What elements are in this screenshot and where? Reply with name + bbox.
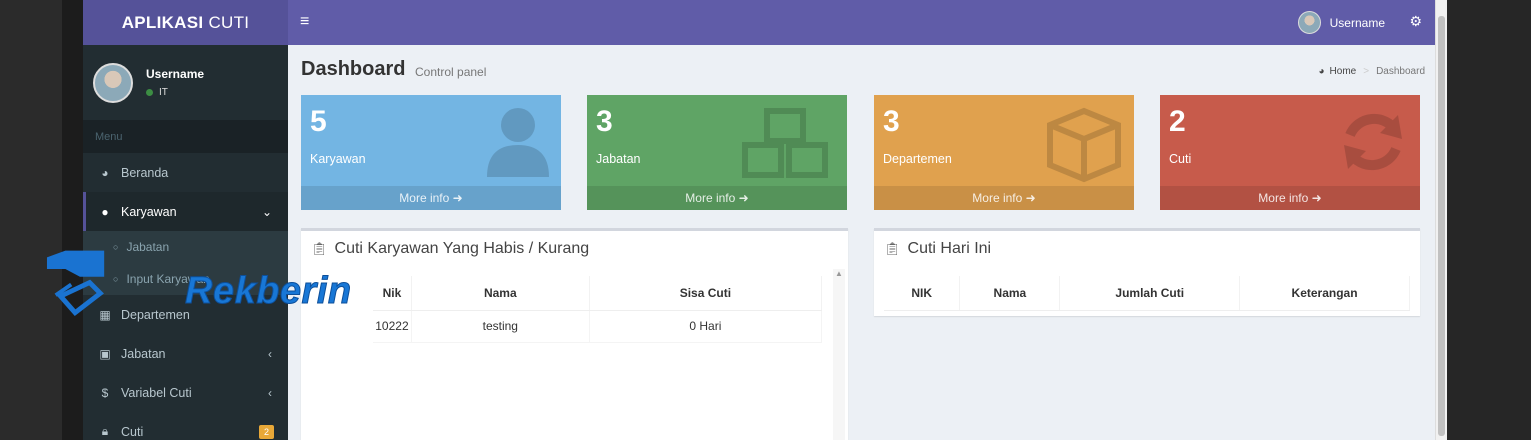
- more-info-link[interactable]: More info ➜: [301, 186, 561, 210]
- browser-screen: APLIKASI CUTI Username IT Menu ◕ Beranda: [83, 0, 1447, 440]
- video-frame: APLIKASI CUTI Username IT Menu ◕ Beranda: [0, 0, 1531, 440]
- refresh-icon: [1336, 105, 1410, 189]
- stat-label: Karyawan: [310, 152, 366, 166]
- chevron-left-icon: ‹: [268, 385, 272, 400]
- menu-header: Menu: [83, 120, 288, 153]
- right-letterbox: [1447, 0, 1531, 440]
- sidebar-item-label: Variabel Cuti: [121, 385, 192, 400]
- chevron-down-icon: ⌄: [261, 204, 272, 219]
- navbar-user-name: Username: [1329, 15, 1385, 30]
- menu-toggle-icon[interactable]: ≡: [300, 13, 309, 31]
- app-logo[interactable]: APLIKASI CUTI: [83, 0, 288, 45]
- avatar: [1297, 11, 1321, 34]
- panel-title: 📋︎ Cuti Hari Ini: [884, 240, 991, 258]
- breadcrumb-current: Dashboard: [1376, 66, 1425, 77]
- column-header-sisa-cuti[interactable]: Sisa Cuti: [589, 276, 823, 311]
- stat-box-karyawan: 5 Karyawan More info ➜: [301, 95, 561, 210]
- home-icon: ◕: [1318, 66, 1325, 77]
- panel-cuti-habis: 📋︎ Cuti Karyawan Yang Habis / Kurang Nik…: [301, 228, 848, 440]
- user-status: IT: [146, 87, 204, 98]
- table-row: 10222 testing 0 Hari: [373, 310, 823, 343]
- top-navbar: ≡ Username ⚙: [288, 0, 1435, 45]
- sidebar-item-label: Cuti: [121, 424, 144, 439]
- cell-nik: 10222: [373, 310, 412, 343]
- gear-icon[interactable]: ⚙: [1409, 13, 1422, 30]
- stat-box-departemen: 3 Departemen More info ➜: [874, 95, 1134, 210]
- arrow-circle-right-icon: ➜: [1311, 191, 1322, 205]
- panel-title-text: Cuti Hari Ini: [907, 240, 992, 257]
- clipboard-icon: 📋︎: [884, 241, 901, 256]
- sidebar-item-beranda[interactable]: ◕ Beranda: [83, 153, 288, 192]
- column-header-nama[interactable]: Nama: [411, 276, 590, 311]
- navbar-user-menu[interactable]: Username: [1297, 11, 1385, 34]
- main-content: Dashboard Control panel ◕ Home > Dashboa…: [288, 45, 1435, 440]
- stat-value: 3: [596, 105, 613, 138]
- scroll-up-icon[interactable]: ▲: [835, 269, 843, 278]
- table-scrollbar[interactable]: ▲: [833, 269, 845, 440]
- more-info-label: More info: [972, 191, 1023, 205]
- more-info-link[interactable]: More info ➜: [1160, 186, 1420, 210]
- more-info-link[interactable]: More info ➜: [587, 186, 847, 210]
- page-scrollbar[interactable]: [1435, 0, 1447, 440]
- panel-title: 📋︎ Cuti Karyawan Yang Habis / Kurang: [311, 240, 589, 258]
- column-header-nama[interactable]: Nama: [959, 276, 1061, 311]
- table-header-row: Nik Nama Sisa Cuti: [373, 276, 823, 311]
- stat-box-jabatan: 3 Jabatan More info ➜: [587, 95, 847, 210]
- more-info-label: More info: [1258, 191, 1309, 205]
- sidebar-item-cuti[interactable]: 🔒︎ Cuti 2: [83, 412, 288, 440]
- column-header-jumlah-cuti[interactable]: Jumlah Cuti: [1059, 276, 1241, 311]
- dollar-icon: $: [101, 385, 109, 400]
- user-info: Username IT: [146, 67, 204, 98]
- stat-value: 5: [310, 105, 327, 138]
- cube-icon: [1044, 105, 1124, 195]
- arrow-circle-right-icon: ➜: [452, 191, 463, 205]
- page-subtitle: Control panel: [415, 65, 487, 79]
- user-department: IT: [159, 87, 168, 98]
- page-title: Dashboard: [301, 58, 406, 80]
- stat-value: 3: [883, 105, 900, 138]
- stat-value: 2: [1169, 105, 1186, 138]
- user-name: Username: [146, 67, 205, 81]
- cell-sisa-cuti: 0 Hari: [589, 310, 823, 343]
- more-info-link[interactable]: More info ➜: [874, 186, 1134, 210]
- arrow-circle-right-icon: ➜: [738, 191, 749, 205]
- app-title-bold: APLIKASI: [121, 12, 204, 32]
- user-panel: Username IT: [83, 45, 288, 120]
- sidebar-item-variabel-cuti[interactable]: $ Variabel Cuti ‹: [83, 373, 288, 412]
- more-info-label: More info: [685, 191, 736, 205]
- more-info-label: More info: [399, 191, 450, 205]
- app-title-rest: CUTI: [208, 12, 250, 32]
- watermark-text: Rekberin: [185, 270, 352, 313]
- stat-label: Cuti: [1169, 152, 1192, 166]
- breadcrumb-home-link[interactable]: Home: [1330, 66, 1357, 77]
- user-icon: [485, 105, 551, 187]
- online-dot-icon: [146, 89, 153, 96]
- cell-nama: testing: [411, 310, 590, 343]
- handshake-logo-icon: [46, 250, 105, 316]
- cuti-habis-table: Nik Nama Sisa Cuti 10222 testing 0 Hari: [373, 276, 823, 343]
- cubes-icon: [737, 105, 837, 195]
- dashboard-icon: ◕: [101, 165, 109, 180]
- cuti-hari-ini-table: NIK Nama Jumlah Cuti Keterangan: [884, 276, 1410, 311]
- stat-box-cuti: 2 Cuti More info ➜: [1160, 95, 1420, 210]
- panel-title-text: Cuti Karyawan Yang Habis / Kurang: [334, 240, 590, 257]
- column-header-nik[interactable]: Nik: [373, 276, 412, 311]
- lock-icon: 🔒︎: [101, 424, 109, 438]
- column-header-keterangan[interactable]: Keterangan: [1239, 276, 1410, 311]
- clipboard-icon: 📋︎: [311, 241, 328, 256]
- sidebar-item-label: Beranda: [121, 165, 169, 180]
- breadcrumb: ◕ Home > Dashboard: [1319, 66, 1426, 77]
- avatar: [93, 62, 133, 103]
- stat-label: Departemen: [883, 152, 952, 166]
- chevron-left-icon: ‹: [268, 346, 272, 361]
- panel-cuti-hari-ini: 📋︎ Cuti Hari Ini NIK Nama Jumlah Cuti Ke…: [874, 228, 1420, 316]
- stat-label: Jabatan: [596, 152, 641, 166]
- table-header-row: NIK Nama Jumlah Cuti Keterangan: [884, 276, 1410, 311]
- scrollbar-thumb[interactable]: [1438, 16, 1445, 436]
- breadcrumb-separator: >: [1363, 66, 1370, 77]
- column-header-nik[interactable]: NIK: [884, 276, 961, 311]
- arrow-circle-right-icon: ➜: [1025, 191, 1036, 205]
- cuti-count-badge: 2: [258, 424, 274, 439]
